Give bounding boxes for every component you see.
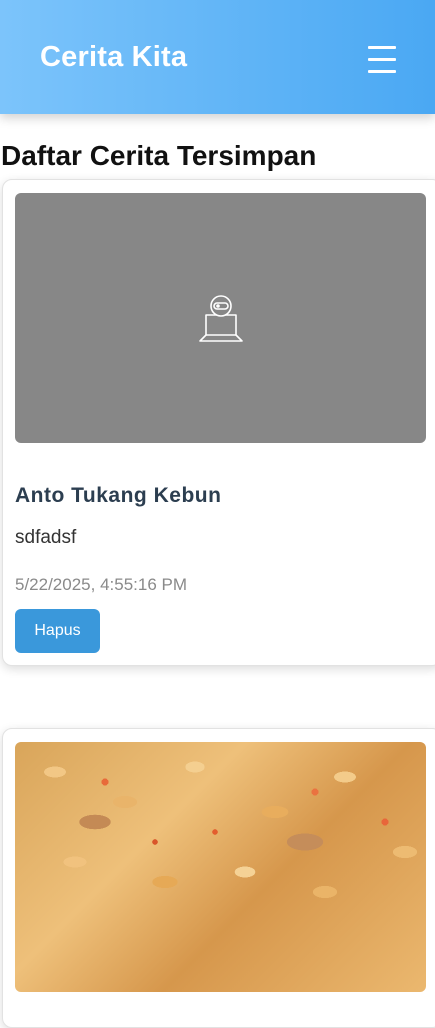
webcam-placeholder-icon	[199, 295, 243, 342]
story-title: Anto Tukang Kebun	[15, 484, 222, 507]
story-description: sdfadsf	[15, 527, 77, 548]
brand-title[interactable]: Cerita Kita	[40, 40, 187, 74]
menu-bar	[368, 58, 396, 61]
menu-bar	[368, 70, 396, 73]
hamburger-menu-icon[interactable]	[362, 40, 402, 80]
story-card: Anto Tukang Kebun sdfadsf 5/22/2025, 4:5…	[2, 179, 435, 666]
story-image	[15, 742, 426, 992]
story-date: 5/22/2025, 4:55:16 PM	[15, 575, 188, 594]
story-card	[2, 728, 435, 1028]
menu-bar	[368, 46, 396, 49]
delete-button[interactable]: Hapus	[15, 609, 100, 653]
app-header: Cerita Kita	[0, 0, 435, 114]
page-title: Daftar Cerita Tersimpan	[1, 140, 317, 171]
story-image-placeholder	[15, 193, 426, 443]
